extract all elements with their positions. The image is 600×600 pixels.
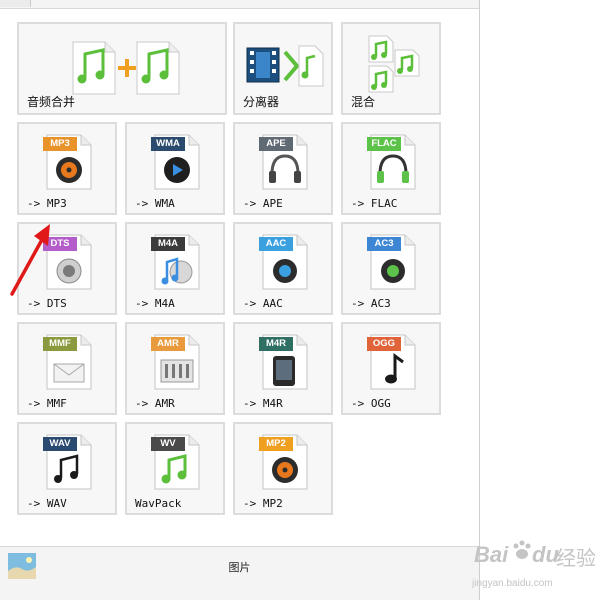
tile-splitter[interactable]: 分离器 [233,22,333,115]
watermark-jingyan: 经验 [556,548,596,570]
tile-ape[interactable]: APE -> APE [233,122,333,215]
audio-merge-icon [72,41,180,95]
format-badge: M4R [259,337,293,351]
red-arrow-annotation [10,224,50,296]
format-badge: AMR [151,337,185,351]
mp2-file-icon: MP2 [259,434,309,490]
tile-mix[interactable]: 混合 [341,22,441,115]
category-next-row[interactable] [0,587,479,600]
previous-category-strip[interactable] [0,0,479,9]
format-badge: FLAC [367,137,401,151]
format-badge: MP2 [259,437,293,451]
watermark-du: du [532,542,559,567]
format-badge: AC3 [367,237,401,251]
watermark-brand: Bai [474,542,509,567]
tile-label: -> MMF [27,397,67,410]
tile-label: 混合 [351,95,376,109]
tile-ogg[interactable]: OGG -> OGG [341,322,441,415]
tile-label: -> AC3 [351,297,391,310]
format-badge: WMA [151,137,185,151]
tile-label: -> APE [243,197,283,210]
audio-tools-panel: 音频合并 分离器 混合 MP3 -> MP3 WMA -> WMA APE ->… [0,0,480,600]
format-badge: AAC [259,237,293,251]
tile-wav[interactable]: WAV -> WAV [17,422,117,515]
tile-label: WavPack [135,497,182,510]
tile-label: -> MP3 [27,197,67,210]
format-badge: WV [151,437,185,451]
tile-label: -> MP2 [243,497,283,510]
tile-m4r[interactable]: M4R -> M4R [233,322,333,415]
tile-label: -> M4R [243,397,283,410]
ogg-file-icon: OGG [367,334,417,390]
mp3-file-icon: MP3 [43,134,93,190]
watermark-url: jingyan.baidu.com [472,578,553,589]
previous-category-tab [0,0,31,7]
amr-file-icon: AMR [151,334,201,390]
tile-label: -> WMA [135,197,175,210]
tile-label: 分离器 [243,95,280,109]
tile-label: -> M4A [135,297,175,310]
category-picture-row[interactable]: 图片 [0,546,479,588]
format-badge: M4A [151,237,185,251]
format-badge: APE [259,137,293,151]
m4a-file-icon: M4A [151,234,201,290]
format-badge: WAV [43,437,77,451]
tile-label: -> AMR [135,397,175,410]
tile-label: 音频合并 [27,95,76,109]
tile-m4a[interactable]: M4A -> M4A [125,222,225,315]
m4r-file-icon: M4R [259,334,309,390]
format-badge: OGG [367,337,401,351]
splitter-icon [246,45,324,87]
tile-label: -> WAV [27,497,67,510]
tile-mp2[interactable]: MP2 -> MP2 [233,422,333,515]
category-picture-label: 图片 [228,561,251,574]
ape-file-icon: APE [259,134,309,190]
format-badge: MP3 [43,137,77,151]
tile-label: -> OGG [351,397,391,410]
tile-mp3[interactable]: MP3 -> MP3 [17,122,117,215]
tile-label: -> AAC [243,297,283,310]
tile-aac[interactable]: AAC -> AAC [233,222,333,315]
wv-file-icon: WV [151,434,201,490]
tile-wma[interactable]: WMA -> WMA [125,122,225,215]
tile-mmf[interactable]: MMF -> MMF [17,322,117,415]
tile-audio-merge[interactable]: 音频合并 [17,22,227,115]
flac-file-icon: FLAC [367,134,417,190]
tile-amr[interactable]: AMR -> AMR [125,322,225,415]
tile-ac3[interactable]: AC3 -> AC3 [341,222,441,315]
wma-file-icon: WMA [151,134,201,190]
baidu-jingyan-watermark: Bai du 经验 jingyan.baidu.com [466,530,600,600]
tile-flac[interactable]: FLAC -> FLAC [341,122,441,215]
paw-icon [513,540,531,559]
ac3-file-icon: AC3 [367,234,417,290]
tile-label: -> FLAC [351,197,398,210]
wav-file-icon: WAV [43,434,93,490]
mmf-file-icon: MMF [43,334,93,390]
tile-wavpack[interactable]: WV WavPack [125,422,225,515]
mix-icon [368,35,420,93]
format-badge: MMF [43,337,77,351]
aac-file-icon: AAC [259,234,309,290]
